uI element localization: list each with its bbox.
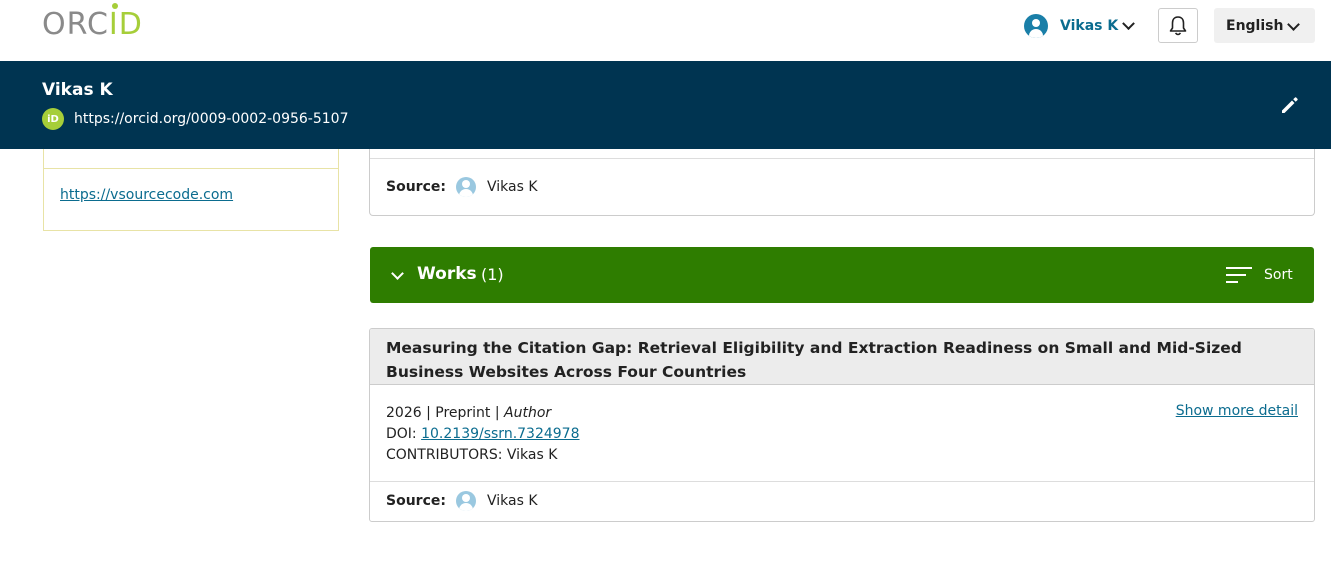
orcid-id-icon: iD — [42, 108, 64, 130]
websites-card: https://vsourcecode.com — [43, 149, 339, 231]
language-select[interactable]: English — [1214, 8, 1315, 43]
user-menu-button[interactable]: Vikas K — [1024, 13, 1136, 39]
website-link[interactable]: https://vsourcecode.com — [60, 187, 233, 203]
work-metadata: 2026 | Preprint | Author DOI: 10.2139/ss… — [386, 403, 580, 466]
works-section-header: Works (1) Sort — [370, 247, 1314, 303]
top-bar: ORC ID Vikas K English — [0, 0, 1331, 61]
works-count: (1) — [481, 265, 504, 284]
bell-icon — [1169, 15, 1187, 35]
show-more-detail-link[interactable]: Show more detail — [1176, 403, 1298, 419]
source-label: Source: — [386, 493, 446, 509]
logo-text-id-label: ID — [108, 7, 143, 42]
previous-section-card: Source: Vikas K — [369, 149, 1315, 216]
work-role: Author — [504, 405, 552, 421]
profile-header: Vikas K iD https://orcid.org/0009-0002-0… — [0, 61, 1331, 149]
work-year-type: 2026 | Preprint | Author — [386, 403, 580, 424]
user-avatar-icon — [1024, 14, 1048, 38]
orcid-url: https://orcid.org/0009-0002-0956-5107 — [74, 111, 349, 127]
source-row: Source: Vikas K — [386, 491, 538, 511]
source-name: Vikas K — [486, 493, 538, 509]
user-avatar-icon — [455, 177, 476, 197]
sort-icon — [1226, 266, 1252, 284]
work-year-type-text: 2026 | Preprint | — [386, 405, 505, 421]
logo-dot — [111, 3, 118, 9]
chevron-down-icon — [1287, 18, 1300, 31]
work-contributors: CONTRIBUTORS: Vikas K — [386, 447, 558, 463]
doi-label: DOI: — [386, 426, 422, 442]
logo-text-orc: ORC — [42, 7, 109, 42]
orcid-id-row: iD https://orcid.org/0009-0002-0956-5107 — [42, 108, 348, 130]
user-avatar-icon — [455, 491, 476, 511]
orcid-logo[interactable]: ORC ID — [42, 3, 143, 42]
collapse-chevron-icon[interactable] — [391, 267, 404, 280]
logo-text-id: ID — [108, 3, 143, 42]
sort-label: Sort — [1264, 267, 1293, 283]
notifications-button[interactable] — [1158, 8, 1198, 43]
pencil-icon — [1282, 97, 1298, 113]
source-name: Vikas K — [486, 179, 538, 195]
chevron-down-icon — [1122, 16, 1136, 30]
sort-button[interactable]: Sort — [1226, 263, 1293, 287]
work-item: Measuring the Citation Gap: Retrieval El… — [369, 328, 1315, 522]
work-title: Measuring the Citation Gap: Retrieval El… — [370, 329, 1314, 385]
source-label: Source: — [386, 179, 446, 195]
divider — [370, 158, 1314, 159]
profile-name: Vikas K — [42, 80, 113, 100]
doi-link[interactable]: 10.2139/ssrn.7324978 — [421, 426, 579, 442]
user-menu-name: Vikas K — [1060, 18, 1119, 34]
work-doi-row: DOI: 10.2139/ssrn.7324978 — [386, 424, 580, 445]
edit-profile-button[interactable] — [1278, 93, 1302, 117]
works-title: Works — [417, 264, 477, 284]
language-label: English — [1226, 17, 1284, 34]
divider — [370, 481, 1314, 482]
source-row: Source: Vikas K — [386, 177, 538, 197]
divider — [44, 168, 338, 169]
